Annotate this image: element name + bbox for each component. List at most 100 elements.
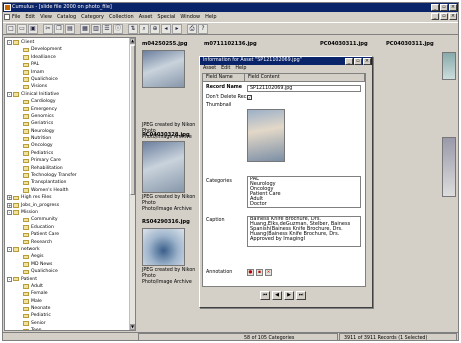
tree-item[interactable]: - Client bbox=[7, 39, 135, 46]
dialog-close-button[interactable]: × bbox=[363, 57, 371, 65]
print-icon[interactable]: ⎙ bbox=[187, 23, 197, 34]
tree-item[interactable]: Neonate bbox=[7, 305, 135, 312]
doc-minimize-button[interactable]: _ bbox=[431, 13, 439, 20]
menu-asset[interactable]: Asset bbox=[139, 13, 153, 21]
tree-item[interactable]: Community bbox=[7, 216, 135, 223]
tree-item[interactable]: Oncology bbox=[7, 142, 135, 149]
collapse-icon[interactable]: - bbox=[7, 276, 12, 282]
tree-scrollbar[interactable]: ▲ ▼ bbox=[129, 38, 135, 330]
tree-item[interactable]: Teen bbox=[7, 327, 135, 330]
document-icon[interactable] bbox=[4, 14, 10, 20]
menu-help[interactable]: Help bbox=[205, 13, 216, 21]
asset-thumbnail[interactable] bbox=[142, 141, 185, 193]
asset-tile[interactable]: PC04030311.jpg bbox=[386, 41, 448, 47]
tree-item[interactable]: PAL bbox=[7, 61, 135, 68]
tree-item[interactable]: Imam bbox=[7, 69, 135, 76]
next-icon[interactable]: ▸ bbox=[172, 23, 182, 34]
new-icon[interactable]: □ bbox=[6, 23, 16, 34]
asset-thumbnail[interactable] bbox=[442, 52, 456, 80]
tree-item[interactable]: Patient Care bbox=[7, 231, 135, 238]
collapse-icon[interactable]: - bbox=[7, 210, 12, 216]
collapse-icon[interactable]: - bbox=[7, 40, 12, 46]
tree-item[interactable]: Cardiology bbox=[7, 98, 135, 105]
tree-item[interactable]: - Mission bbox=[7, 209, 135, 216]
close-button[interactable]: × bbox=[449, 4, 457, 11]
tree-item[interactable]: - network bbox=[7, 246, 135, 253]
column-field-content[interactable]: Field Content bbox=[245, 74, 365, 81]
view-icon[interactable]: ▦ bbox=[80, 23, 90, 34]
open-icon[interactable]: ▭ bbox=[17, 23, 27, 34]
dialog-title-bar[interactable]: Information for Asset "SP121102069.jpg" … bbox=[200, 57, 372, 65]
menu-special[interactable]: Special bbox=[157, 13, 175, 21]
scroll-down-icon[interactable]: ▼ bbox=[130, 324, 135, 330]
caption-field[interactable]: Bainess Knife Brochure, Drs. Huang,Elks,… bbox=[247, 216, 361, 247]
menu-edit[interactable]: Edit bbox=[25, 13, 35, 21]
last-record-button[interactable]: ⏭ bbox=[296, 291, 306, 300]
tree-item[interactable]: + High res Files bbox=[7, 194, 135, 201]
dialog-menu-edit[interactable]: Edit bbox=[221, 65, 230, 72]
menu-category[interactable]: Category bbox=[81, 13, 104, 21]
expand-icon[interactable]: + bbox=[7, 195, 12, 201]
zoom-icon[interactable]: ⊕ bbox=[150, 23, 160, 34]
tree-item[interactable]: MD News bbox=[7, 261, 135, 268]
tree-item[interactable]: Education bbox=[7, 224, 135, 231]
annotation-delete-icon[interactable]: × bbox=[265, 269, 272, 276]
tree-item[interactable]: Women's Health bbox=[7, 187, 135, 194]
tree-item[interactable]: Senior bbox=[7, 320, 135, 327]
record-name-field[interactable]: SP121102069.jpg bbox=[247, 85, 361, 92]
asset-tile[interactable]: RS04290316.jpg JPEG created by Nikon Pho… bbox=[142, 219, 204, 286]
info-icon[interactable]: ⓘ bbox=[113, 23, 123, 34]
asset-tile[interactable]: PC04030328.jpg JPEG created by Nikon Pho… bbox=[142, 132, 204, 213]
dont-delete-checkbox[interactable]: ✓ bbox=[247, 95, 252, 100]
save-icon[interactable]: ▣ bbox=[28, 23, 38, 34]
tree-item[interactable]: Primary Care bbox=[7, 157, 135, 164]
tree-item[interactable]: Research bbox=[7, 239, 135, 246]
list-icon[interactable]: ☰ bbox=[102, 23, 112, 34]
tree-item[interactable]: Aegis bbox=[7, 253, 135, 260]
menu-file[interactable]: File bbox=[12, 13, 20, 21]
expand-icon[interactable]: + bbox=[7, 202, 12, 208]
sort-icon[interactable]: ⇅ bbox=[128, 23, 138, 34]
prev-icon[interactable]: ◂ bbox=[161, 23, 171, 34]
tree-item[interactable]: Pediatrics bbox=[7, 150, 135, 157]
tree-item[interactable]: Technology Transfer bbox=[7, 172, 135, 179]
tree-item[interactable]: - Clinical Initiative bbox=[7, 91, 135, 98]
first-record-button[interactable]: ⏮ bbox=[260, 291, 270, 300]
scroll-up-icon[interactable]: ▲ bbox=[130, 38, 135, 44]
tree-item[interactable]: Adult bbox=[7, 283, 135, 290]
doc-restore-button[interactable]: ▫ bbox=[440, 13, 448, 20]
annotation-add-icon[interactable]: ● bbox=[247, 269, 254, 276]
tree-item[interactable]: Emergency bbox=[7, 106, 135, 113]
tree-item[interactable]: - Patient bbox=[7, 276, 135, 283]
tree-item[interactable]: Transplantation bbox=[7, 179, 135, 186]
doc-close-button[interactable]: × bbox=[449, 13, 457, 20]
dialog-minimize-button[interactable]: _ bbox=[345, 57, 353, 65]
minimize-button[interactable]: _ bbox=[431, 4, 439, 11]
asset-thumbnail[interactable] bbox=[142, 50, 185, 88]
help-icon[interactable]: ? bbox=[198, 23, 208, 34]
categories-list[interactable]: PAL Neurology Oncology Patient Care Adul… bbox=[247, 176, 361, 208]
tree-item[interactable]: Neurology bbox=[7, 128, 135, 135]
previous-record-button[interactable]: ◀ bbox=[272, 291, 282, 300]
menu-catalog[interactable]: Catalog bbox=[57, 13, 76, 21]
tree-item[interactable]: Male bbox=[7, 298, 135, 305]
restore-button[interactable]: ▫ bbox=[440, 4, 448, 11]
tree-item[interactable]: Female bbox=[7, 290, 135, 297]
tree-item[interactable]: Development bbox=[7, 46, 135, 53]
thumb-icon[interactable]: ▥ bbox=[91, 23, 101, 34]
tree-item[interactable]: Qualichoice bbox=[7, 268, 135, 275]
annotation-edit-icon[interactable]: ▪ bbox=[256, 269, 263, 276]
menu-collection[interactable]: Collection bbox=[109, 13, 134, 21]
tree-item[interactable]: Genomics bbox=[7, 113, 135, 120]
asset-tile[interactable]: PC04030311.jpg bbox=[320, 41, 382, 47]
asset-tile[interactable]: m0711102136.jpg bbox=[204, 41, 266, 47]
tree-item[interactable]: Visions bbox=[7, 83, 135, 90]
column-field-name[interactable]: Field Name bbox=[203, 74, 245, 81]
tree-item[interactable]: Idealliance bbox=[7, 54, 135, 61]
tree-item[interactable]: Rehabilitation bbox=[7, 165, 135, 172]
tree-item[interactable]: + Jobs_in_progress bbox=[7, 202, 135, 209]
paste-icon[interactable]: ▤ bbox=[65, 23, 75, 34]
collapse-icon[interactable]: - bbox=[7, 247, 12, 253]
collapse-icon[interactable]: - bbox=[7, 91, 12, 97]
asset-thumbnail[interactable] bbox=[442, 137, 456, 197]
